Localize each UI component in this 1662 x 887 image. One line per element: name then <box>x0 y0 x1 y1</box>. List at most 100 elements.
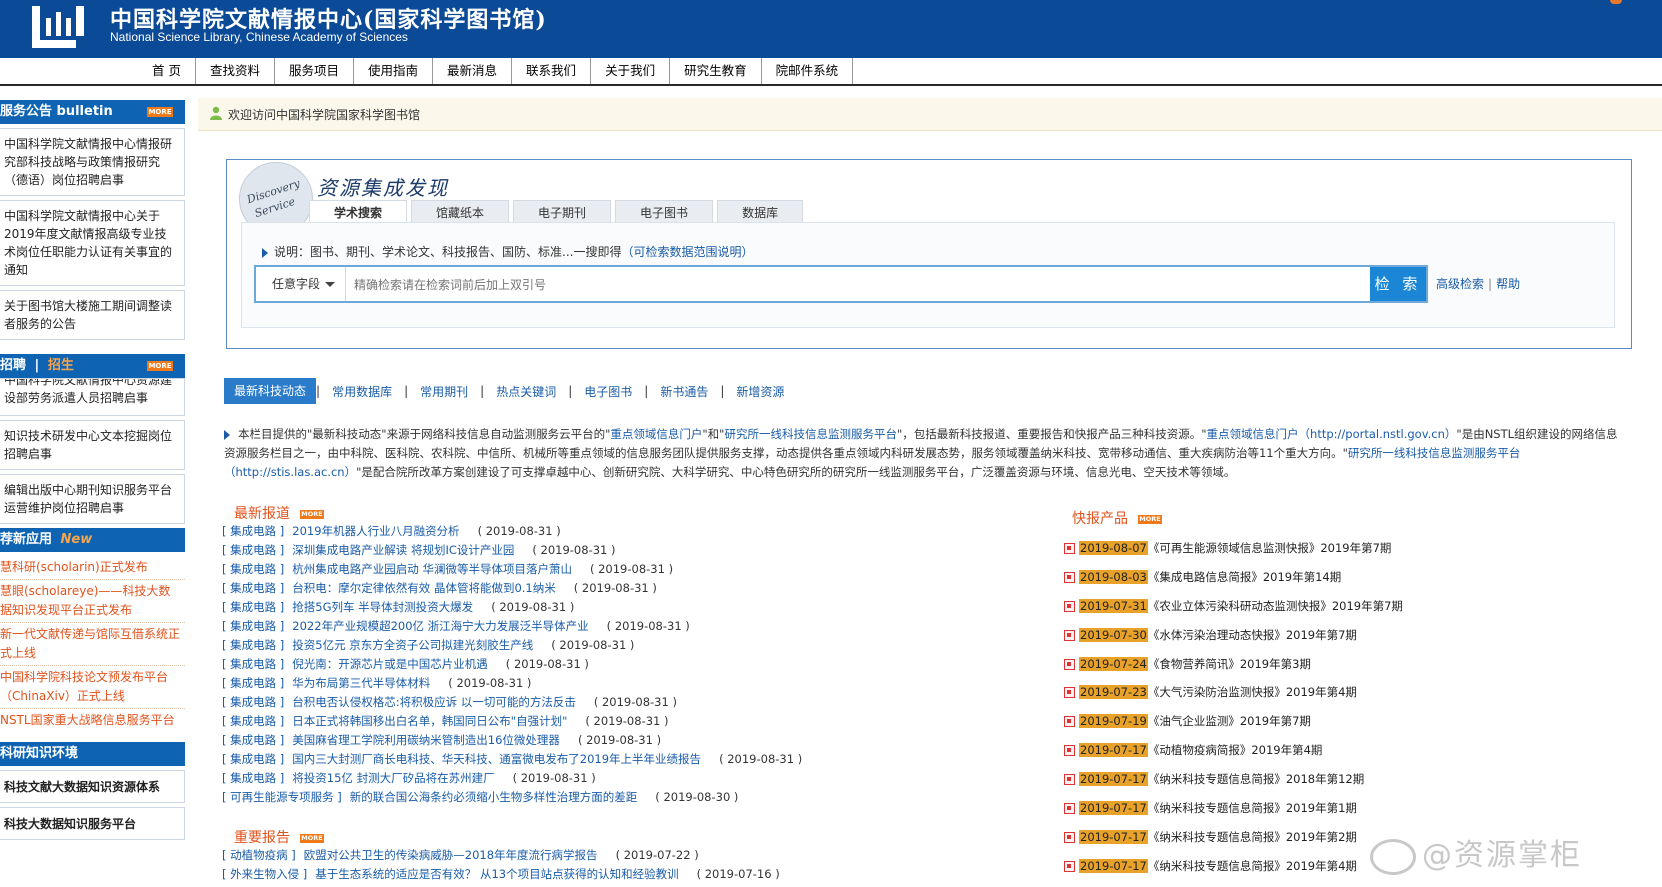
news-category[interactable]: [ 集成电路 ] <box>222 657 284 671</box>
intro-link-portal-url[interactable]: 重点领域信息门户（http://portal.nstl.gov.cn） <box>1207 427 1457 441</box>
news-title[interactable]: 倪光南：开源芯片或是中国芯片业机遇 <box>292 657 488 671</box>
news-category[interactable]: [ 集成电路 ] <box>222 562 284 576</box>
kuaibao-row[interactable]: 2019-07-31《农业立体污染科研动态监测快报》2019年第7期 <box>1064 595 1484 624</box>
kuaibao-title[interactable]: 《可再生能源领域信息监测快报》2019年第7期 <box>1148 541 1392 555</box>
news-title[interactable]: 美国麻省理工学院利用碳纳米管制造出16位微处理器 <box>292 733 560 747</box>
kuaibao-row[interactable]: 2019-07-30《水体污染治理动态快报》2019年第7期 <box>1064 624 1484 653</box>
kuaibao-title[interactable]: 《农业立体污染科研动态监测快报》2019年第7期 <box>1148 599 1403 613</box>
nav-item[interactable]: 服务项目 <box>275 58 355 84</box>
news-category[interactable]: [ 集成电路 ] <box>222 524 284 538</box>
kuaibao-title[interactable]: 《纳米科技专题信息简报》2019年第1期 <box>1148 801 1357 815</box>
news-tab[interactable]: 常用数据库 <box>320 383 404 400</box>
news-category[interactable]: [ 集成电路 ] <box>222 714 284 728</box>
news-category[interactable]: [ 集成电路 ] <box>222 695 284 709</box>
news-tab[interactable]: 新书通告 <box>648 383 720 400</box>
news-title[interactable]: 台积电否认侵权格芯:将积极应诉 以一切可能的方法反击 <box>292 695 576 709</box>
kuaibao-row[interactable]: 2019-07-24《食物营养简讯》2019年第3期 <box>1064 653 1484 682</box>
bulletin-item[interactable]: 中国科学院文献情报中心关于2019年度文献情报高级专业技术岗位任职能力认证有关事… <box>0 200 185 286</box>
news-category[interactable]: [ 集成电路 ] <box>222 733 284 747</box>
latest-more-button[interactable]: MORE <box>300 509 324 519</box>
nav-item[interactable]: 联系我们 <box>512 58 592 84</box>
knowledge-item[interactable]: 科技大数据知识服务平台 <box>0 807 185 840</box>
intro-link-portal[interactable]: 重点领域信息门户 <box>610 427 702 441</box>
news-title[interactable]: 华为布局第三代半导体材料 <box>292 676 430 690</box>
kuaibao-title[interactable]: 《油气企业监测》2019年第7期 <box>1148 714 1311 728</box>
news-category[interactable]: [ 集成电路 ] <box>222 543 284 557</box>
kuaibao-row[interactable]: 2019-07-17《纳米科技专题信息简报》2018年第12期 <box>1064 768 1484 797</box>
news-category[interactable]: [ 集成电路 ] <box>222 638 284 652</box>
nav-item[interactable]: 最新消息 <box>433 58 513 84</box>
news-category[interactable]: [ 集成电路 ] <box>222 581 284 595</box>
kuaibao-title[interactable]: 《大气污染防治监测快报》2019年第4期 <box>1148 685 1357 699</box>
news-title[interactable]: 2022年产业规模超200亿 浙江海宁大力发展泛半导体产业 <box>292 619 588 633</box>
knowledge-item[interactable]: 科技文献大数据知识资源体系 <box>0 770 185 803</box>
kuaibao-title[interactable]: 《食物营养简讯》2019年第3期 <box>1148 657 1311 671</box>
nsl-logo-icon[interactable] <box>30 4 92 50</box>
news-title[interactable]: 深圳集成电路产业解读 将规划IC设计产业园 <box>292 543 514 557</box>
recruit-more-button[interactable]: MORE <box>147 361 173 371</box>
recruit-item[interactable]: 知识技术研发中心文本挖掘岗位招聘启事 <box>0 420 185 470</box>
bulletin-item[interactable]: 关于图书馆大楼施工期间调整读者服务的公告 <box>0 290 185 340</box>
news-category[interactable]: [ 集成电路 ] <box>222 752 284 766</box>
field-select[interactable]: 任意字段 <box>256 267 346 301</box>
kuaibao-row[interactable]: 2019-07-19《油气企业监测》2019年第7期 <box>1064 710 1484 739</box>
bulletin-more-button[interactable]: MORE <box>147 107 173 117</box>
kuaibao-title[interactable]: 《纳米科技专题信息简报》2018年第12期 <box>1148 772 1364 786</box>
news-tab[interactable]: 热点关键词 <box>484 383 568 400</box>
kuaibao-row[interactable]: 2019-08-03《集成电路信息简报》2019年第14期 <box>1064 566 1484 595</box>
help-link[interactable]: 帮助 <box>1496 277 1520 291</box>
news-category[interactable]: [ 动植物疫病 ] <box>222 848 296 862</box>
data-range-link[interactable]: （可检索数据范围说明） <box>621 245 753 259</box>
news-tab[interactable]: 电子图书 <box>572 383 644 400</box>
news-title[interactable]: 杭州集成电路产业园启动 华澜微等半导体项目落户萧山 <box>292 562 572 576</box>
news-title[interactable]: 国内三大封测厂商长电科技、华天科技、通富微电发布了2019年上半年业绩报告 <box>292 752 701 766</box>
search-button[interactable]: 检 索 <box>1370 267 1426 301</box>
news-category[interactable]: [ 集成电路 ] <box>222 600 284 614</box>
reports-more-button[interactable]: MORE <box>300 833 324 843</box>
news-title[interactable]: 基于生态系统的适应是否有效？ 从13个项目站点获得的认知和经验教训 <box>315 867 678 881</box>
news-category[interactable]: [ 外来生物入侵 ] <box>222 867 307 881</box>
news-title[interactable]: 欧盟对公共卫生的传染病威胁—2018年年度流行病学报告 <box>304 848 598 862</box>
app-item[interactable]: 新一代文献传递与馆际互借系统正式上线 <box>0 623 185 666</box>
recruit-title-alt[interactable]: 招生 <box>48 358 74 373</box>
kuaibao-title[interactable]: 《水体污染治理动态快报》2019年第7期 <box>1148 628 1357 642</box>
kuaibao-row[interactable]: 2019-07-17《动植物疫病简报》2019年第4期 <box>1064 739 1484 768</box>
kuaibao-row[interactable]: 2019-08-07《可再生能源领域信息监测快报》2019年第7期 <box>1064 537 1484 566</box>
news-tab[interactable]: 常用期刊 <box>408 383 480 400</box>
advanced-search-link[interactable]: 高级检索 <box>1436 277 1484 291</box>
nav-item[interactable]: 研究生教育 <box>670 58 762 84</box>
kuaibao-title[interactable]: 《纳米科技专题信息简报》2019年第4期 <box>1148 859 1357 873</box>
news-title[interactable]: 抢搭5G列车 半导体封测投资大爆发 <box>292 600 473 614</box>
news-category[interactable]: [ 集成电路 ] <box>222 676 284 690</box>
kuaibao-row[interactable]: 2019-07-23《大气污染防治监测快报》2019年第4期 <box>1064 681 1484 710</box>
app-item[interactable]: 慧科研(scholarin)正式发布 <box>0 556 185 580</box>
recruit-item-partial[interactable]: 中国科学院文献情报中心资源建设部劳务派遣人员招聘启事 <box>0 378 185 416</box>
news-title[interactable]: 投资5亿元 京东方全资子公司拟建光刻胶生产线 <box>292 638 533 652</box>
search-input[interactable] <box>352 267 1366 303</box>
app-item[interactable]: 慧眼(scholareye)——科技大数据知识发现平台正式发布 <box>0 580 185 623</box>
app-item[interactable]: 中国科学院科技论文预发布平台（ChinaXiv）正式上线 <box>0 666 185 709</box>
recruit-item[interactable]: 编辑出版中心期刊知识服务平台运营维护岗位招聘启事 <box>0 474 185 524</box>
recruit-title[interactable]: 招聘 <box>0 358 26 373</box>
intro-link-stis[interactable]: 研究所一线科技信息监测服务平台 <box>724 427 897 441</box>
nav-item[interactable]: 关于我们 <box>591 58 671 84</box>
news-category[interactable]: [ 集成电路 ] <box>222 619 284 633</box>
nav-item[interactable]: 查找资料 <box>196 58 275 84</box>
app-item[interactable]: NSTL国家重大战略信息服务平台 <box>0 709 185 732</box>
nav-item[interactable]: 院邮件系统 <box>762 58 854 84</box>
kuaibao-row[interactable]: 2019-07-17《纳米科技专题信息简报》2019年第1期 <box>1064 797 1484 826</box>
news-category[interactable]: [ 可再生能源专项服务 ] <box>222 790 342 804</box>
nav-item[interactable]: 首 页 <box>140 58 196 84</box>
news-category[interactable]: [ 集成电路 ] <box>222 771 284 785</box>
news-title[interactable]: 2019年机器人行业八月融资分析 <box>292 524 459 538</box>
news-title[interactable]: 台积电：摩尔定律依然有效 晶体管将能做到0.1纳米 <box>292 581 555 595</box>
kuaibao-title[interactable]: 《集成电路信息简报》2019年第14期 <box>1148 570 1341 584</box>
news-tab[interactable]: 最新科技动态 <box>224 378 317 404</box>
news-title[interactable]: 日本正式将韩国移出白名单，韩国同日公布"自强计划" <box>292 714 567 728</box>
kuaibao-more-button[interactable]: MORE <box>1138 514 1162 524</box>
kuaibao-title[interactable]: 《动植物疫病简报》2019年第4期 <box>1148 743 1323 757</box>
nav-item[interactable]: 使用指南 <box>354 58 434 84</box>
bulletin-item[interactable]: 中国科学院文献情报中心情报研究部科技战略与政策情报研究（德语）岗位招聘启事 <box>0 128 185 196</box>
news-tab[interactable]: 新增资源 <box>724 383 796 400</box>
news-title[interactable]: 将投资15亿 封测大厂矽品将在苏州建厂 <box>292 771 494 785</box>
